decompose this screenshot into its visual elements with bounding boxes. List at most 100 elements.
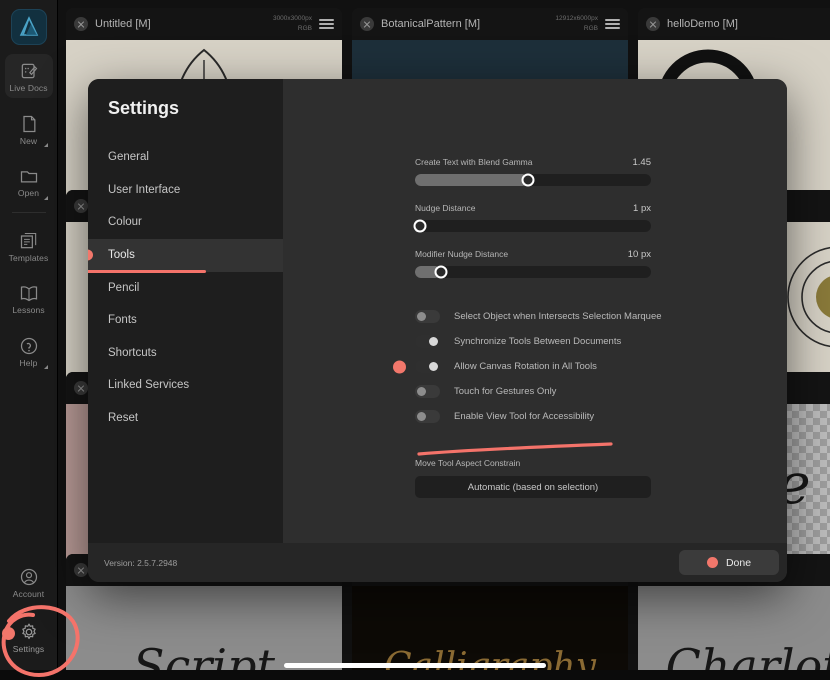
slider-value: 1.45	[632, 157, 652, 168]
document-card-header: BotanicalPattern [M] 12912x6000px RGB	[352, 8, 628, 40]
gear-icon	[21, 623, 36, 639]
settings-nav-linked-services[interactable]: Linked Services	[88, 369, 283, 402]
toggle-label: Enable View Tool for Accessibility	[454, 411, 595, 422]
sidebar-item-label: Lessons	[12, 305, 45, 315]
version-label: Version: 2.5.7.2948	[104, 557, 178, 568]
document-menu-icon[interactable]	[605, 19, 620, 29]
affinity-designer-logo-icon	[10, 9, 47, 45]
settings-nav-general[interactable]: General	[88, 141, 283, 174]
document-title: Untitled [M]	[95, 18, 151, 30]
sidebar-item-label: Account	[12, 589, 45, 599]
toggle-label: Allow Canvas Rotation in All Tools	[454, 361, 597, 372]
slider-track[interactable]	[415, 265, 651, 279]
slider-value: 10 px	[627, 249, 651, 260]
toggle-synchronize-tools[interactable]	[415, 335, 440, 348]
nav-label: Fonts	[108, 314, 137, 327]
slider-handle[interactable]	[434, 265, 448, 279]
thumbnail-caption: Charlotte	[665, 639, 830, 680]
new-document-icon	[22, 115, 35, 132]
slider-label: Create Text with Blend Gamma	[415, 157, 533, 167]
annotation-dot-settings	[2, 627, 15, 640]
nav-label: Linked Services	[108, 379, 190, 392]
constrain-value: Automatic (based on selection)	[467, 481, 599, 493]
toggle-enable-view-tool-accessibility[interactable]	[415, 410, 440, 423]
lessons-book-icon	[20, 286, 37, 302]
close-icon[interactable]	[74, 563, 88, 577]
live-docs-icon	[21, 63, 37, 79]
slider-track[interactable]	[415, 173, 651, 187]
document-card-header: helloDemo [M] 3000x30 RGB	[638, 8, 830, 40]
settings-nav-reset[interactable]: Reset	[88, 402, 283, 435]
document-meta: 3000x3000px RGB	[273, 14, 312, 34]
toggle-row-synchronize-tools: Synchronize Tools Between Documents	[415, 329, 651, 354]
sidebar-item-label: Help	[19, 357, 38, 368]
toggle-allow-canvas-rotation[interactable]	[415, 360, 440, 373]
settings-nav-colour[interactable]: Colour	[88, 206, 283, 239]
slider-modifier-nudge-distance: Modifier Nudge Distance 10 px	[415, 249, 651, 279]
nav-label: Pencil	[108, 281, 140, 294]
settings-dialog: Settings General User Interface Colour T…	[88, 79, 787, 582]
nav-label: Reset	[108, 412, 139, 425]
nav-label: General	[108, 151, 149, 163]
tools-settings-pane: Create Text with Blend Gamma 1.45 Nudge …	[393, 157, 662, 498]
settings-nav-shortcuts[interactable]: Shortcuts	[88, 337, 283, 370]
annotation-dot-done	[706, 557, 718, 568]
toggle-label: Select Object when Intersects Selection …	[454, 311, 662, 322]
constrain-label: Move Tool Aspect Constrain	[415, 458, 521, 468]
toggle-label: Synchronize Tools Between Documents	[454, 336, 622, 347]
settings-body: Settings General User Interface Colour T…	[88, 79, 787, 543]
settings-footer: Version: 2.5.7.2948 Done	[88, 543, 787, 582]
close-icon[interactable]	[74, 381, 88, 395]
annotation-dot-tools	[88, 249, 93, 261]
toggle-row-select-object: Select Object when Intersects Selection …	[415, 304, 662, 329]
move-tool-aspect-constrain: Move Tool Aspect Constrain Automatic (ba…	[415, 458, 651, 498]
done-label: Done	[725, 556, 752, 569]
toggle-label: Touch for Gestures Only	[454, 386, 557, 397]
toggle-touch-for-gestures-only[interactable]	[415, 385, 440, 398]
toggle-list: Select Object when Intersects Selection …	[393, 304, 662, 429]
app-sidebar: Live Docs New Open Templates Lessons Hel…	[0, 0, 58, 680]
document-title: helloDemo [M]	[667, 18, 738, 30]
close-icon[interactable]	[74, 17, 88, 31]
annotation-dot-canvas-rotation	[393, 360, 406, 373]
nav-label: Colour	[108, 216, 142, 229]
document-colorspace: RGB	[583, 25, 598, 32]
sidebar-item-new[interactable]: New	[5, 107, 53, 151]
document-menu-icon[interactable]	[319, 19, 334, 29]
sidebar-item-label: New	[19, 135, 38, 146]
constrain-select[interactable]: Automatic (based on selection)	[415, 476, 651, 498]
templates-icon	[20, 232, 36, 248]
close-icon[interactable]	[74, 199, 88, 213]
sidebar-item-lessons[interactable]: Lessons	[5, 276, 53, 320]
sidebar-item-help[interactable]: Help	[5, 329, 53, 373]
sidebar-item-templates[interactable]: Templates	[5, 224, 53, 268]
slider-handle[interactable]	[413, 219, 427, 233]
sidebar-item-label: Open	[17, 188, 40, 198]
close-icon[interactable]	[646, 17, 660, 31]
sidebar-item-account[interactable]: Account	[5, 560, 53, 604]
toggle-select-object[interactable]	[415, 310, 440, 323]
document-title: BotanicalPattern [M]	[381, 18, 481, 30]
slider-header: Modifier Nudge Distance 10 px	[415, 249, 651, 260]
settings-nav-pencil[interactable]: Pencil	[88, 272, 283, 305]
settings-nav-user-interface[interactable]: User Interface	[88, 174, 283, 207]
toggle-row-touch-gestures: Touch for Gestures Only	[415, 379, 651, 404]
slider-track[interactable]	[413, 219, 651, 233]
home-indicator[interactable]	[284, 663, 546, 668]
slider-label: Nudge Distance	[415, 203, 476, 213]
document-thumbnail[interactable]: Charlotte	[638, 586, 830, 680]
toggle-row-allow-canvas-rotation: Allow Canvas Rotation in All Tools	[393, 354, 651, 379]
sidebar-item-open[interactable]: Open	[5, 159, 53, 203]
slider-handle[interactable]	[521, 173, 535, 187]
close-icon[interactable]	[360, 17, 374, 31]
settings-nav-fonts[interactable]: Fonts	[88, 304, 283, 337]
open-folder-icon	[20, 171, 37, 183]
account-avatar-icon	[20, 568, 37, 586]
slider-blend-gamma: Create Text with Blend Gamma 1.45	[415, 157, 652, 187]
settings-nav-tools[interactable]: Tools	[88, 238, 283, 273]
done-button[interactable]: Done	[679, 550, 779, 575]
sidebar-item-live-docs[interactable]: Live Docs	[4, 54, 53, 98]
nav-label: Shortcuts	[108, 346, 157, 359]
chevron-corner-icon	[43, 143, 48, 147]
nav-label: User Interface	[108, 183, 181, 196]
